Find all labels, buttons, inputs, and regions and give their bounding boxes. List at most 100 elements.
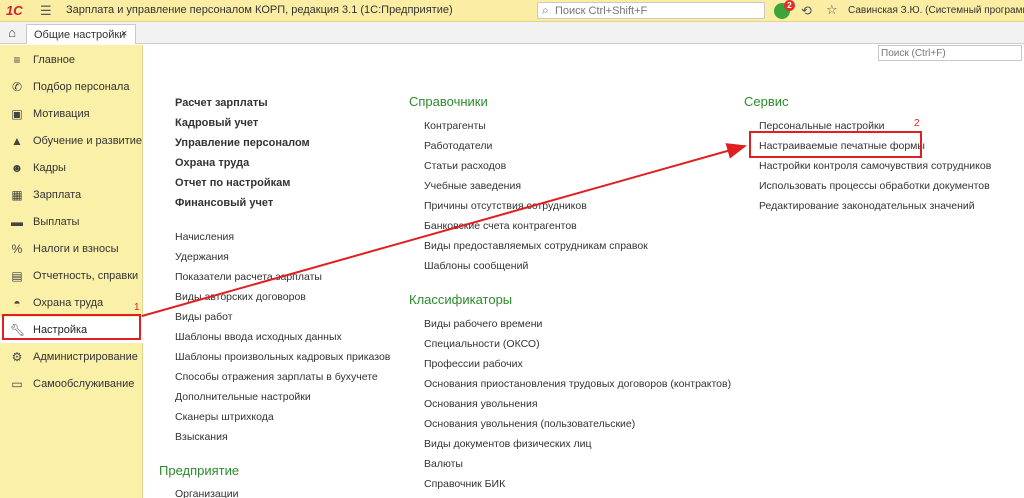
link-document-processes[interactable]: Использовать процессы обработки документ… bbox=[759, 180, 990, 192]
link-bank-accounts[interactable]: Банковские счета контрагентов bbox=[424, 220, 577, 232]
link-accounting-methods[interactable]: Способы отражения зарплаты в бухучете bbox=[175, 371, 378, 383]
link-order-templates[interactable]: Шаблоны произвольных кадровых приказов bbox=[175, 351, 390, 363]
sidebar-item-taxes[interactable]: % Налоги и взносы bbox=[0, 236, 143, 262]
sidebar-item-payments[interactable]: ▬ Выплаты bbox=[0, 209, 143, 235]
link-currencies[interactable]: Валюты bbox=[424, 458, 463, 470]
sidebar-item-main[interactable]: ≡ Главное bbox=[0, 47, 143, 73]
tab-bar: ⌂ Общие настройки × bbox=[0, 22, 1024, 44]
global-search[interactable]: ⌕ bbox=[537, 2, 765, 19]
main-panel: Расчет зарплаты Кадровый учет Управление… bbox=[144, 45, 1024, 498]
section-classifiers: Классификаторы bbox=[409, 292, 513, 307]
graduation-icon: ▲ bbox=[11, 134, 23, 148]
link-message-templates[interactable]: Шаблоны сообщений bbox=[424, 260, 528, 272]
sidebar-item-label: Охрана труда bbox=[33, 297, 104, 309]
section-enterprise: Предприятие bbox=[159, 463, 240, 478]
panel-search-input[interactable] bbox=[879, 46, 1019, 60]
helmet-icon: ◓ bbox=[13, 296, 21, 310]
close-icon[interactable]: × bbox=[121, 28, 127, 40]
report-icon: ▤ bbox=[11, 269, 23, 283]
sidebar-item-self-service[interactable]: ▭ Самообслуживание bbox=[0, 371, 143, 397]
link-additional-settings[interactable]: Дополнительные настройки bbox=[175, 391, 311, 403]
phone-icon: ✆ bbox=[11, 80, 23, 94]
history-icon[interactable]: ⟲ bbox=[801, 3, 812, 19]
sidebar-item-labor-safety[interactable]: ◓ Охрана труда bbox=[0, 290, 143, 316]
annotation-box-print-forms bbox=[749, 131, 922, 158]
gift-icon: ▣ bbox=[11, 107, 23, 121]
link-hr-accounting[interactable]: Кадровый учет bbox=[175, 117, 258, 129]
link-barcode-scanners[interactable]: Сканеры штрихкода bbox=[175, 411, 274, 423]
percent-icon: % bbox=[11, 242, 23, 256]
1c-logo: 1С bbox=[6, 3, 23, 18]
sidebar-item-motivation[interactable]: ▣ Мотивация bbox=[0, 101, 143, 127]
link-legislative-values[interactable]: Редактирование законодательных значений bbox=[759, 200, 975, 212]
link-payroll-indicators[interactable]: Показатели расчета зарплаты bbox=[175, 271, 322, 283]
link-financial-accounting[interactable]: Финансовый учет bbox=[175, 197, 273, 209]
link-work-time-types[interactable]: Виды рабочего времени bbox=[424, 318, 542, 330]
link-deductions[interactable]: Удержания bbox=[175, 251, 229, 263]
sidebar-item-label: Налоги и взносы bbox=[33, 243, 119, 255]
sidebar: ≡ Главное ✆ Подбор персонала ▣ Мотивация ▲ О… bbox=[0, 45, 143, 498]
sidebar-item-label: Выплаты bbox=[33, 216, 80, 228]
link-dismissal-grounds[interactable]: Основания увольнения bbox=[424, 398, 538, 410]
search-icon: ⌕ bbox=[542, 3, 549, 17]
favorites-star-icon[interactable]: ☆ bbox=[826, 2, 838, 18]
sidebar-item-training[interactable]: ▲ Обучение и развитие bbox=[0, 128, 143, 154]
menu-icon: ≡ bbox=[13, 53, 21, 67]
link-personnel-management[interactable]: Управление персоналом bbox=[175, 137, 310, 149]
link-bik-directory[interactable]: Справочник БИК bbox=[424, 478, 505, 490]
section-service: Сервис bbox=[744, 94, 789, 109]
link-specialties[interactable]: Специальности (ОКСО) bbox=[424, 338, 540, 350]
link-absence-reasons[interactable]: Причины отсутствия сотрудников bbox=[424, 200, 587, 212]
link-wellbeing-settings[interactable]: Настройки контроля самочувствия сотрудни… bbox=[759, 160, 991, 172]
sidebar-item-reports[interactable]: ▤ Отчетность, справки bbox=[0, 263, 143, 289]
link-author-contract-types[interactable]: Виды авторских договоров bbox=[175, 291, 306, 303]
link-settings-report[interactable]: Отчет по настройкам bbox=[175, 177, 290, 189]
hamburger-menu-icon[interactable]: ☰ bbox=[40, 3, 52, 19]
section-directories: Справочники bbox=[409, 94, 488, 109]
gear-icon: ⚙ bbox=[11, 350, 23, 364]
link-input-templates[interactable]: Шаблоны ввода исходных данных bbox=[175, 331, 342, 343]
link-educational-institutions[interactable]: Учебные заведения bbox=[424, 180, 521, 192]
current-user[interactable]: Савинская З.Ю. (Системный программист) bbox=[848, 5, 1024, 16]
app-title: Зарплата и управление персоналом КОРП, р… bbox=[66, 4, 453, 16]
sidebar-item-label: Подбор персонала bbox=[33, 81, 130, 93]
link-dismissal-grounds-custom[interactable]: Основания увольнения (пользовательские) bbox=[424, 418, 635, 430]
link-id-document-types[interactable]: Виды документов физических лиц bbox=[424, 438, 592, 450]
annotation-marker-2: 2 bbox=[914, 118, 920, 129]
home-icon[interactable]: ⌂ bbox=[0, 22, 24, 44]
tab-label: Общие настройки bbox=[34, 29, 126, 41]
sidebar-item-label: Обучение и развитие bbox=[33, 135, 143, 147]
sidebar-item-salary[interactable]: ▦ Зарплата bbox=[0, 182, 143, 208]
id-card-icon: ▭ bbox=[11, 377, 23, 391]
sidebar-item-label: Отчетность, справки bbox=[33, 270, 139, 282]
annotation-marker-1: 1 bbox=[134, 302, 140, 313]
link-organizations[interactable]: Организации bbox=[175, 488, 239, 498]
link-penalties[interactable]: Взыскания bbox=[175, 431, 228, 443]
link-employers[interactable]: Работодатели bbox=[424, 140, 492, 152]
link-expense-items[interactable]: Статьи расходов bbox=[424, 160, 506, 172]
notifications-badge: 2 bbox=[784, 0, 795, 11]
panel-search[interactable] bbox=[878, 45, 1022, 61]
sidebar-item-label: Кадры bbox=[33, 162, 66, 174]
sidebar-item-label: Зарплата bbox=[33, 189, 82, 201]
link-payroll[interactable]: Расчет зарплаты bbox=[175, 97, 268, 109]
sidebar-item-label: Мотивация bbox=[33, 108, 90, 120]
link-counterparties[interactable]: Контрагенты bbox=[424, 120, 486, 132]
sidebar-item-hr[interactable]: ☻ Кадры bbox=[0, 155, 143, 181]
calculator-icon: ▦ bbox=[11, 188, 23, 202]
sidebar-item-label: Администрирование bbox=[33, 351, 138, 363]
link-certificate-types[interactable]: Виды предоставляемых сотрудникам справок bbox=[424, 240, 648, 252]
global-search-input[interactable] bbox=[555, 4, 760, 18]
link-labor-safety[interactable]: Охрана труда bbox=[175, 157, 249, 169]
sidebar-item-administration[interactable]: ⚙ Администрирование bbox=[0, 344, 143, 370]
link-work-types[interactable]: Виды работ bbox=[175, 311, 233, 323]
annotation-box-settings bbox=[2, 314, 141, 340]
title-bar: 1С ☰ Зарплата и управление персоналом КО… bbox=[0, 0, 1024, 22]
link-accruals[interactable]: Начисления bbox=[175, 231, 234, 243]
tab-general-settings[interactable]: Общие настройки × bbox=[26, 24, 136, 44]
sidebar-item-label: Главное bbox=[33, 54, 76, 66]
link-suspension-grounds[interactable]: Основания приостановления трудовых догов… bbox=[424, 378, 731, 390]
sidebar-item-recruiting[interactable]: ✆ Подбор персонала bbox=[0, 74, 143, 100]
link-worker-professions[interactable]: Профессии рабочих bbox=[424, 358, 523, 370]
sidebar-item-label: Самообслуживание bbox=[33, 378, 135, 390]
